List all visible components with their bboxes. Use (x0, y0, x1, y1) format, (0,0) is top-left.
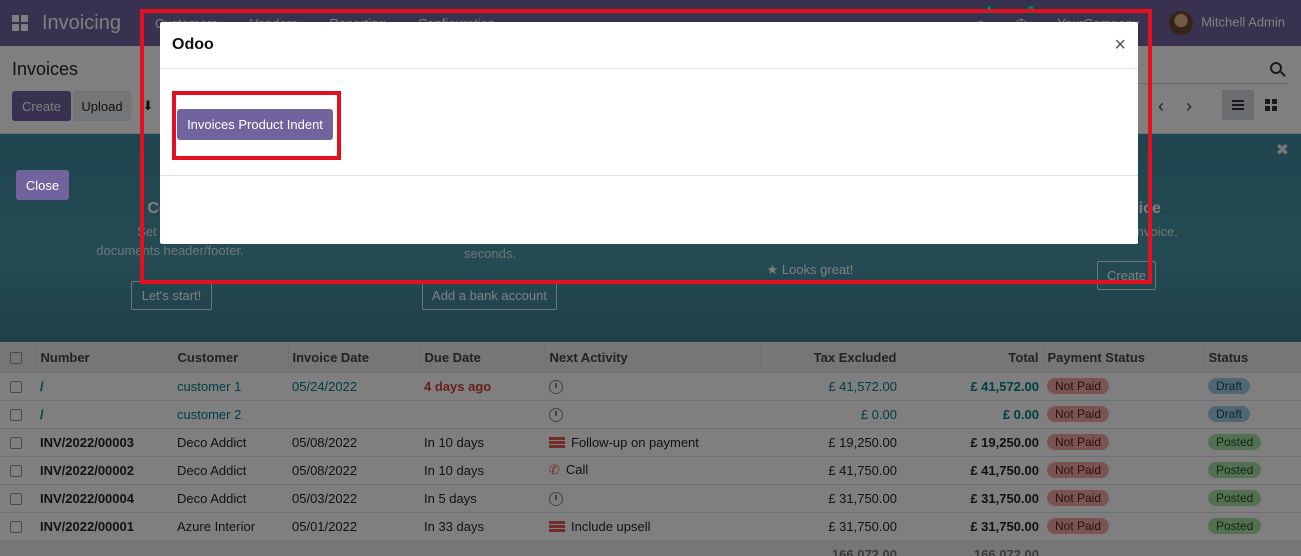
highlight-box-button (172, 91, 341, 160)
close-button[interactable]: Close (16, 170, 69, 200)
